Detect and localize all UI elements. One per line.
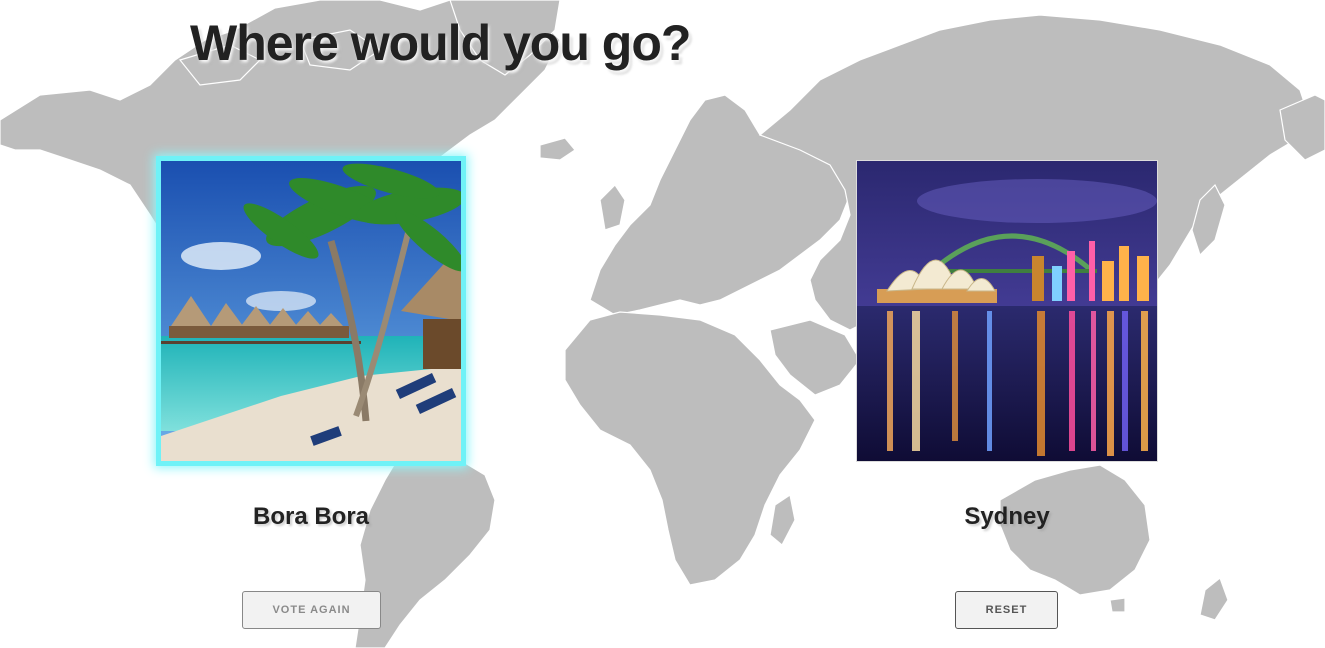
destination-name-sydney: Sydney xyxy=(964,503,1050,530)
vote-again-button[interactable]: VOTE AGAIN xyxy=(242,591,381,629)
sydney-photo xyxy=(857,161,1157,461)
bora-bora-photo xyxy=(161,161,461,461)
map-iceland xyxy=(539,137,576,161)
app-stage: Where would you go? Bora Bora Sydney VOT… xyxy=(0,0,1325,648)
page-title: Where would you go? xyxy=(190,15,691,71)
map-uk xyxy=(599,184,626,231)
destination-card-bora-bora[interactable] xyxy=(161,161,461,461)
map-tasmania xyxy=(1109,597,1126,613)
map-madagascar xyxy=(769,494,796,546)
map-new-zealand xyxy=(1199,577,1229,621)
map-arabia xyxy=(769,319,861,396)
destination-name-bora-bora: Bora Bora xyxy=(252,503,370,530)
destination-card-sydney[interactable] xyxy=(857,161,1157,461)
reset-button[interactable]: RESET xyxy=(955,591,1058,629)
